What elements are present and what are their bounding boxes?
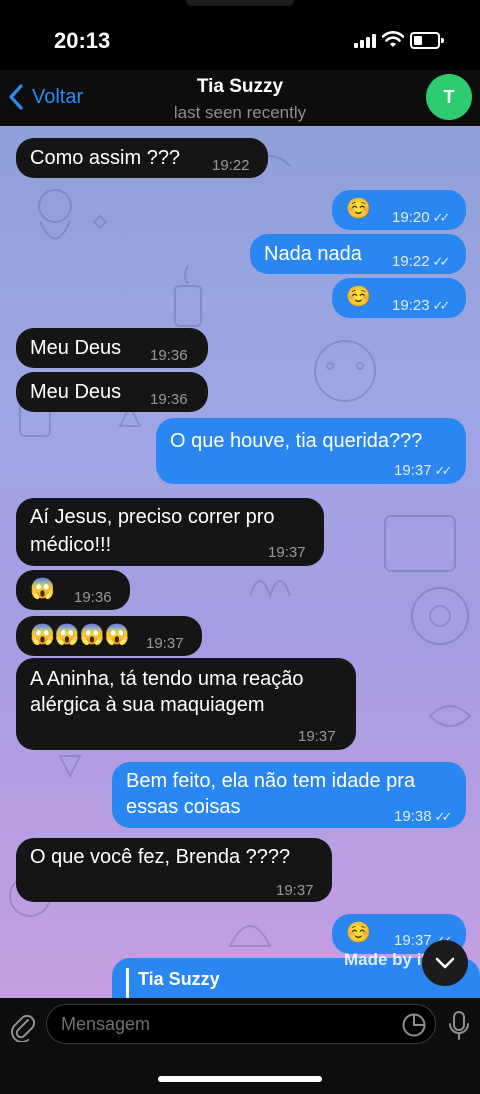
- status-time: 20:13: [54, 28, 111, 53]
- message-text: Meu Deus: [30, 381, 122, 403]
- message-text: O que houve, tia querida???: [170, 430, 423, 452]
- message-time: 19:36: [150, 347, 188, 364]
- message-time: 19:37: [298, 728, 336, 745]
- message-time: 19:20: [392, 209, 430, 226]
- read-checkmarks-icon: ✓✓: [434, 809, 453, 824]
- message-time: 19:37: [276, 882, 314, 899]
- message-time: 19:37: [394, 462, 432, 479]
- read-checkmarks-icon: ✓✓: [432, 210, 451, 225]
- reply-sender-name: Tia Suzzy: [138, 969, 220, 989]
- message-text: Nada nada: [264, 243, 362, 265]
- read-checkmarks-icon: ✓✓: [432, 254, 451, 269]
- home-indicator[interactable]: [158, 1076, 322, 1082]
- message-text: ☺️: [346, 286, 371, 308]
- message-time: 19:38: [394, 808, 432, 825]
- message-bubble-outgoing[interactable]: O que houve, tia querida??? 19:37 ✓✓: [156, 418, 466, 484]
- home-indicator-area: [0, 1056, 480, 1094]
- wifi-icon: [382, 31, 404, 47]
- notch: [186, 0, 294, 6]
- message-bubble-incoming[interactable]: Aí Jesus, preciso correr pro médico!!! 1…: [16, 498, 324, 566]
- read-checkmarks-icon: ✓✓: [432, 298, 451, 313]
- message-bubble-outgoing[interactable]: ☺️ 19:20 ✓✓: [332, 190, 466, 230]
- message-bubble-incoming[interactable]: Meu Deus 19:36: [16, 328, 208, 368]
- message-text: 😱: [30, 578, 55, 600]
- message-composer: Mensagem: [0, 998, 480, 1056]
- read-checkmarks-icon: ✓✓: [434, 463, 453, 478]
- message-text: Meu Deus: [30, 337, 122, 359]
- sticker-icon[interactable]: [401, 1012, 427, 1038]
- message-text: O que você fez, Brenda ????: [30, 846, 291, 868]
- battery-icon: [410, 32, 444, 49]
- message-bubble-incoming[interactable]: O que você fez, Brenda ???? 19:37: [16, 838, 332, 902]
- chevron-down-icon: [435, 957, 455, 969]
- status-bar: 20:13: [0, 0, 480, 70]
- contact-name[interactable]: Tia Suzzy: [0, 76, 480, 98]
- avatar[interactable]: T: [426, 74, 472, 120]
- message-time: 19:22: [212, 157, 250, 174]
- message-text: Como assim ???: [30, 147, 181, 169]
- message-bubble-incoming[interactable]: 😱 19:36: [16, 570, 130, 610]
- message-bubble-incoming[interactable]: 😱😱😱😱 19:37: [16, 616, 202, 656]
- message-input-placeholder: Mensagem: [61, 1014, 151, 1034]
- message-bubble-outgoing[interactable]: ☺️ 19:23 ✓✓: [332, 278, 466, 318]
- message-time: 19:22: [392, 253, 430, 270]
- cellular-signal-icon: [354, 34, 376, 48]
- message-text: Bem feito, ela não tem idade pra: [126, 770, 416, 792]
- message-bubble-outgoing[interactable]: Nada nada 19:22 ✓✓: [250, 234, 466, 274]
- chat-area[interactable]: Como assim ??? 19:22 ☺️ 19:20 ✓✓ Nada nad…: [0, 126, 480, 998]
- message-text: ☺️: [346, 198, 371, 220]
- message-text-line2: essas coisas: [126, 796, 241, 818]
- scroll-down-button[interactable]: [422, 940, 468, 986]
- message-time: 19:37: [146, 635, 184, 652]
- message-text-line2: médico!!!: [30, 534, 112, 556]
- microphone-icon[interactable]: [448, 1010, 470, 1042]
- message-time: 19:36: [150, 391, 188, 408]
- message-text: ☺️: [346, 922, 371, 944]
- message-time: 19:36: [74, 589, 112, 606]
- message-time: 19:23: [392, 297, 430, 314]
- message-bubble-incoming[interactable]: Como assim ??? 19:22: [16, 138, 268, 178]
- message-text-line2: alérgica à sua maquiagem: [30, 694, 265, 716]
- message-text: A Aninha, tá tendo uma reação: [30, 668, 304, 690]
- message-text: Aí Jesus, preciso correr pro: [30, 506, 275, 528]
- message-input[interactable]: Mensagem: [46, 1004, 436, 1044]
- message-bubble-incoming[interactable]: A Aninha, tá tendo uma reação alérgica à…: [16, 658, 356, 750]
- message-bubble-incoming[interactable]: Meu Deus 19:36: [16, 372, 208, 412]
- reply-quote-bar: [126, 968, 129, 998]
- message-time: 19:37: [268, 544, 306, 561]
- message-text: 😱😱😱😱: [30, 624, 130, 646]
- attachment-icon[interactable]: [10, 1012, 36, 1042]
- last-seen-status: last seen recently: [173, 103, 307, 122]
- message-bubble-outgoing[interactable]: Bem feito, ela não tem idade pra essas c…: [112, 762, 466, 828]
- chat-header: Voltar Tia Suzzy last seen recently T: [0, 70, 480, 126]
